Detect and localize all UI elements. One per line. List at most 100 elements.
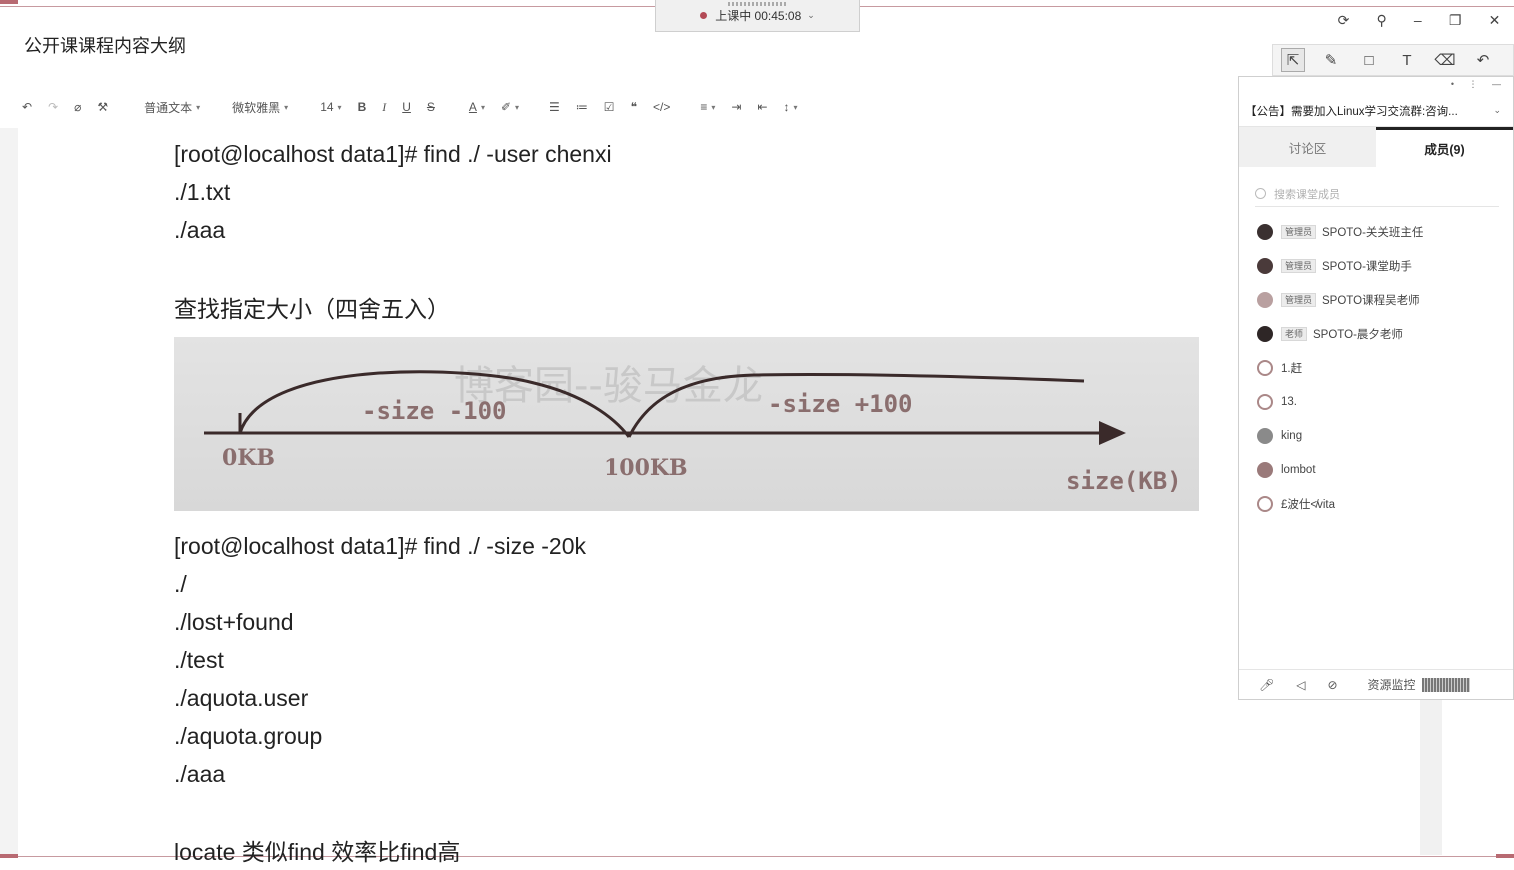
axis-arrowhead	[1099, 421, 1126, 445]
list-item[interactable]: 老师 SPOTO-晨夕老师	[1257, 317, 1507, 351]
avatar	[1257, 428, 1273, 444]
tab-discussion[interactable]: 讨论区	[1239, 127, 1376, 167]
list-item[interactable]: lombot	[1257, 453, 1507, 487]
bold-button[interactable]: B	[350, 92, 375, 122]
caret-icon: ▾	[515, 102, 520, 112]
line-height-icon: ↕	[783, 100, 790, 114]
member-name: SPOTO-课堂助手	[1322, 261, 1412, 273]
list-item[interactable]: 13.	[1257, 385, 1507, 419]
output-line: ./test	[174, 647, 224, 673]
avatar	[1257, 292, 1273, 308]
app-window: 公开课课程内容大纲 上课中 00:45:08 ⌄ ⟳ ⚲ – ❐ ✕ ⇱ ✎ □…	[0, 0, 1514, 870]
size-diagram: 博客园--骏马金龙 -size -100 -size +100 0KB 100K…	[204, 363, 1182, 495]
refresh-icon[interactable]: ⟳	[1338, 12, 1350, 29]
recording-dot-icon	[700, 12, 708, 19]
chevron-down-icon[interactable]: ⌄	[1493, 105, 1501, 116]
member-name: lombot	[1281, 464, 1316, 476]
caret-icon: ▾	[480, 102, 485, 112]
resource-monitor-label[interactable]: 资源监控	[1368, 676, 1416, 693]
rectangle-icon[interactable]: □	[1357, 48, 1381, 72]
undo-icon[interactable]: ↶	[14, 92, 40, 122]
output-line: ./aquota.group	[174, 723, 323, 749]
undo-draw-icon[interactable]: ↶	[1471, 48, 1495, 72]
bullet-list-icon[interactable]: ☰	[541, 92, 568, 122]
redo-icon[interactable]: ↷	[40, 92, 66, 122]
speaker-icon[interactable]: ◁	[1296, 678, 1305, 692]
close-icon[interactable]: ✕	[1489, 12, 1501, 29]
font-color-button[interactable]: A ▾	[461, 92, 493, 122]
frame-corner	[1496, 854, 1514, 858]
eraser-icon[interactable]: ⌫	[1433, 48, 1457, 72]
font-size-select[interactable]: 14 ▾	[312, 92, 349, 122]
highlighter-icon: ✐	[500, 100, 512, 114]
text-tool-icon[interactable]: T	[1395, 48, 1419, 72]
list-item[interactable]: 管理员 SPOTO-关关班主任	[1257, 215, 1507, 249]
search-icon	[1255, 188, 1266, 199]
resource-monitor-graph	[1421, 677, 1470, 692]
font-size-value: 14	[320, 100, 334, 114]
code-icon[interactable]: </>	[645, 92, 678, 122]
announcement-text: 【公告】需要加入Linux学习交流群:咨询...	[1245, 105, 1458, 118]
line-height-button[interactable]: ↕ ▾	[776, 92, 806, 122]
drawing-toolbar: ⇱ ✎ □ T ⌫ ↶	[1272, 44, 1514, 76]
pointer-icon[interactable]: ⇱	[1281, 48, 1305, 72]
list-item[interactable]: king	[1257, 419, 1507, 453]
plus-size-label: -size +100	[768, 390, 913, 418]
tick-label-100kb: 100KB	[604, 455, 688, 481]
highlight-button[interactable]: ✐ ▾	[493, 92, 527, 122]
clear-format-icon[interactable]: ⌀	[66, 92, 89, 122]
format-painter-icon[interactable]: ⚒	[89, 92, 116, 122]
pin-icon[interactable]: ⚲	[1376, 12, 1386, 29]
microphone-icon[interactable]: 🎤︎	[1259, 678, 1274, 692]
avatar	[1257, 326, 1273, 342]
avatar	[1257, 496, 1273, 512]
font-family-select[interactable]: 微软雅黑 ▾	[224, 92, 296, 122]
minimize-icon[interactable]: –	[1414, 12, 1422, 28]
list-item[interactable]: 1.赶	[1257, 351, 1507, 385]
role-badge: 管理员	[1281, 293, 1317, 307]
paragraph-style-select[interactable]: 普通文本 ▾	[136, 92, 208, 122]
tab-members[interactable]: 成员(9)	[1376, 127, 1513, 167]
outdent-icon[interactable]: ⇤	[749, 92, 775, 122]
drag-handle[interactable]	[728, 2, 788, 6]
panel-window-controls[interactable]: • ⋮ —	[1451, 79, 1507, 90]
chevron-down-icon[interactable]: ⌄	[807, 10, 815, 21]
align-button[interactable]: ≡ ▾	[692, 92, 723, 122]
strikethrough-button[interactable]: S	[419, 92, 443, 122]
role-badge: 管理员	[1281, 259, 1317, 273]
caret-icon: ▾	[711, 102, 716, 112]
window-controls: ⟳ ⚲ – ❐ ✕	[1324, 8, 1514, 32]
output-line: ./aaa	[174, 761, 226, 787]
caret-icon: ▾	[284, 102, 289, 112]
caret-icon: ▾	[793, 102, 798, 112]
command-line: [root@localhost data1]# find ./ -user ch…	[174, 141, 612, 167]
minus-size-label: -size -100	[362, 397, 507, 425]
numbered-list-icon[interactable]: ≔	[568, 92, 596, 122]
announcement-bar[interactable]: 【公告】需要加入Linux学习交流群:咨询... ⌄	[1239, 95, 1513, 127]
list-item[interactable]: £波仕≮vita	[1257, 487, 1507, 521]
list-item[interactable]: 管理员 SPOTO-课堂助手	[1257, 249, 1507, 283]
indent-icon[interactable]: ⇥	[723, 92, 749, 122]
member-search[interactable]: 搜索课堂成员	[1255, 181, 1499, 207]
section-heading: locate 类似find 效率比find高	[174, 839, 461, 865]
class-status-bar[interactable]: 上课中 00:45:08 ⌄	[655, 0, 860, 32]
font-color-glyph: A	[468, 100, 477, 114]
avatar	[1257, 462, 1273, 478]
scrollbar-track[interactable]	[1420, 700, 1442, 855]
camera-off-icon[interactable]: ⊘	[1327, 678, 1337, 692]
document-title: 公开课课程内容大纲	[24, 36, 186, 56]
underline-button[interactable]: U	[394, 92, 419, 122]
search-placeholder: 搜索课堂成员	[1274, 188, 1340, 201]
member-name: SPOTO课程吴老师	[1322, 295, 1420, 307]
member-name: 1.赶	[1281, 363, 1303, 375]
quote-icon[interactable]: ❝	[623, 92, 645, 122]
restore-icon[interactable]: ❐	[1449, 12, 1462, 29]
pen-icon[interactable]: ✎	[1319, 48, 1343, 72]
avatar	[1257, 258, 1273, 274]
checklist-icon[interactable]: ☑	[596, 92, 623, 122]
italic-button[interactable]: I	[374, 92, 394, 122]
list-item[interactable]: 管理员 SPOTO课程吴老师	[1257, 283, 1507, 317]
member-panel: • ⋮ — 【公告】需要加入Linux学习交流群:咨询... ⌄ 讨论区 成员(…	[1238, 76, 1514, 700]
caret-icon: ▾	[196, 102, 201, 112]
